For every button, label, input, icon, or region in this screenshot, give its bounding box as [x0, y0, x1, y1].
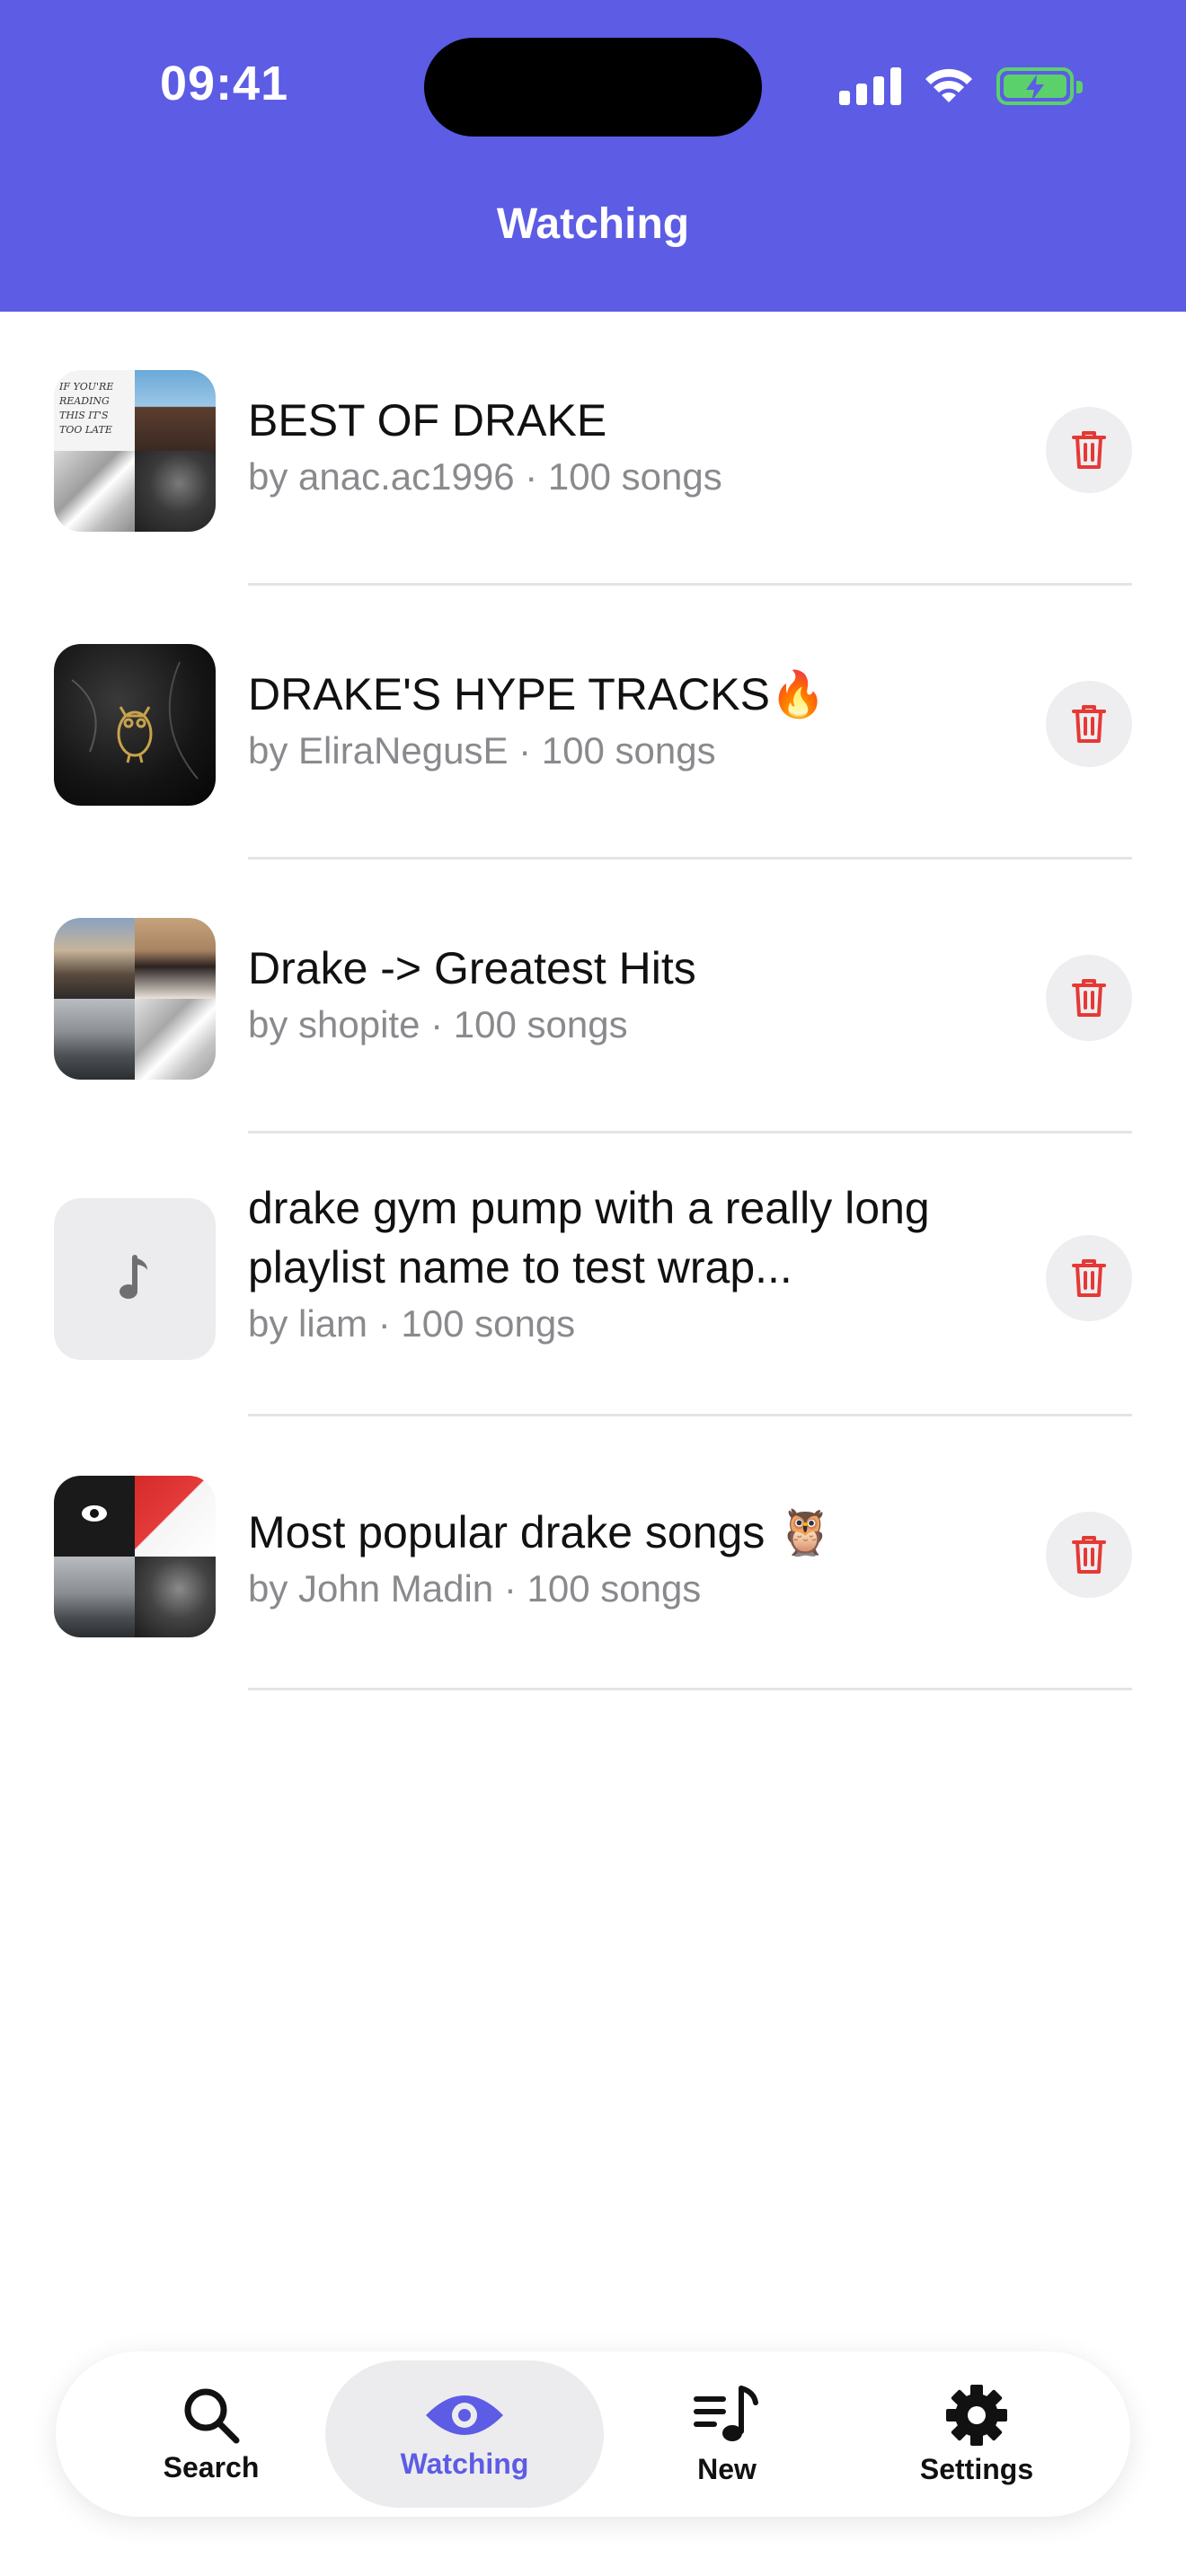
playlist-cover: [54, 644, 216, 806]
page-title: Watching: [496, 200, 690, 248]
playlist-subtitle: by John Madin · 100 songs: [248, 1567, 702, 1610]
tab-label: Watching: [400, 2447, 529, 2480]
trash-icon: [1072, 431, 1106, 469]
trash-icon: [1072, 979, 1106, 1017]
playlist-title: drake gym pump with a really long playli…: [248, 1183, 930, 1292]
album-art-table: [135, 918, 216, 999]
delete-button[interactable]: [1046, 681, 1132, 767]
album-art-dark-portrait: [135, 451, 216, 532]
album-art-diamonds: [135, 999, 216, 1080]
album-art-tower: [54, 999, 135, 1080]
album-art-note: IF YOU'RE READING THIS IT'S TOO LATE: [54, 370, 135, 451]
playlist-cover: [54, 918, 216, 1080]
music-list-icon: [694, 2385, 758, 2441]
playlist-cover-placeholder: [54, 1198, 216, 1360]
tab-label: Settings: [919, 2452, 1034, 2485]
status-icons: [839, 63, 1083, 110]
album-art-red: [135, 1476, 216, 1557]
owl-logo: [71, 661, 199, 780]
delete-button[interactable]: [1046, 1235, 1132, 1321]
album-art-tower: [54, 1557, 135, 1637]
tab-label: New: [697, 2452, 757, 2485]
search-icon: [184, 2388, 240, 2443]
list-item[interactable]: Most popular drake songs 🦉 by John Madin…: [0, 1416, 1186, 1690]
list-item[interactable]: Drake -> Greatest Hits by shopite · 100 …: [0, 860, 1186, 1134]
tab-label: Search: [163, 2450, 260, 2483]
trash-icon: [1072, 705, 1106, 743]
trash-icon: [1072, 1259, 1106, 1297]
tab-settings[interactable]: Settings: [837, 2360, 1116, 2508]
header-bar: 09:41 Watching: [0, 0, 1186, 312]
svg-text:TOO LATE: TOO LATE: [59, 424, 112, 436]
album-art-dark-portrait: [135, 1557, 216, 1637]
eye-icon: [426, 2395, 503, 2435]
music-note-icon: [119, 1255, 147, 1299]
album-art-portrait: [135, 370, 216, 451]
trash-icon: [1072, 1536, 1106, 1574]
dynamic-island: [424, 38, 762, 137]
album-art-eye: [54, 1476, 135, 1557]
tab-bar: Search Watching New Settings: [56, 2351, 1130, 2517]
playlist-subtitle: by shopite · 100 songs: [248, 1003, 628, 1045]
svg-text:READING: READING: [58, 395, 110, 407]
playlist-subtitle: by liam · 100 songs: [248, 1302, 576, 1345]
tab-new[interactable]: New: [588, 2360, 866, 2508]
row-divider: [248, 1688, 1132, 1690]
delete-button[interactable]: [1046, 1512, 1132, 1598]
playlist-subtitle: by anac.ac1996 · 100 songs: [248, 455, 722, 498]
album-art-diamonds: [54, 451, 135, 532]
playlist-title: Most popular drake songs 🦉: [248, 1507, 834, 1557]
playlist-subtitle: by EliraNegusE · 100 songs: [248, 729, 716, 772]
list-item[interactable]: DRAKE'S HYPE TRACKS🔥 by EliraNegusE · 10…: [0, 586, 1186, 860]
signal-icon: [839, 67, 901, 105]
playlist-cover: [54, 1476, 216, 1637]
tab-search[interactable]: Search: [72, 2360, 350, 2508]
gear-icon: [946, 2384, 1007, 2446]
tab-watching[interactable]: Watching: [325, 2360, 604, 2508]
status-time: 09:41: [160, 57, 289, 110]
wifi-icon: [925, 68, 972, 102]
playlist-title: DRAKE'S HYPE TRACKS🔥: [248, 669, 827, 719]
playlist-title: Drake -> Greatest Hits: [248, 943, 696, 993]
delete-button[interactable]: [1046, 955, 1132, 1041]
svg-text:THIS IT'S: THIS IT'S: [59, 410, 109, 421]
svg-text:IF YOU'RE: IF YOU'RE: [58, 381, 113, 393]
album-art-crowd: [54, 918, 135, 999]
delete-button[interactable]: [1046, 407, 1132, 493]
playlist-title: BEST OF DRAKE: [248, 395, 607, 446]
playlist-cover: IF YOU'RE READING THIS IT'S TOO LATE: [54, 370, 216, 532]
list-item[interactable]: IF YOU'RE READING THIS IT'S TOO LATE BES…: [0, 312, 1186, 586]
list-item[interactable]: drake gym pump with a really long playli…: [0, 1134, 1186, 1416]
battery-icon: [996, 67, 1083, 105]
